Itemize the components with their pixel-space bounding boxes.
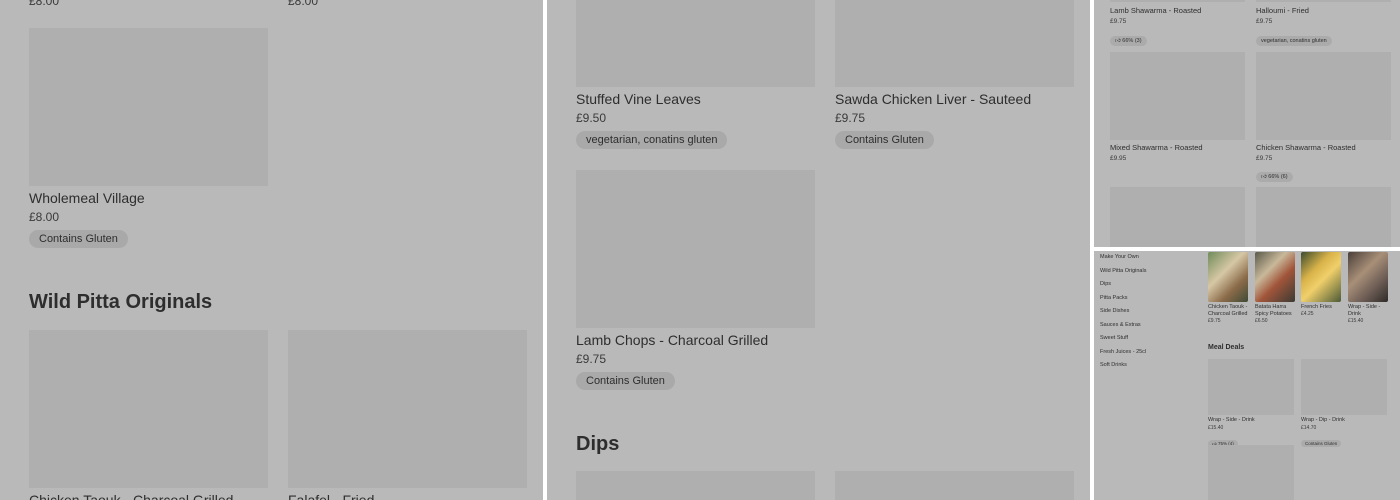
- item-image[interactable]: [1110, 187, 1245, 247]
- item-price: £14.70: [1301, 425, 1317, 431]
- nav-item-wild-pitta-originals[interactable]: Wild Pitta Originals: [1100, 268, 1146, 274]
- item-name: Mixed Shawarma - Roasted: [1110, 143, 1203, 152]
- menu-panel-top-right: Lamb Shawarma - Roasted £9.75 👍︎ 66% (3)…: [1094, 0, 1400, 247]
- dietary-tag: vegetarian, conatins gluten: [576, 130, 728, 149]
- item-image: [1301, 359, 1387, 415]
- popular-item-card[interactable]: French Fries £4.25: [1301, 251, 1341, 326]
- item-price: £9.75: [1208, 318, 1221, 324]
- item-price: £8.00: [29, 0, 60, 8]
- dietary-tag: Contains Gluten: [835, 130, 934, 149]
- item-image[interactable]: [1256, 187, 1391, 247]
- nav-item-soft-drinks[interactable]: Soft Drinks: [1100, 362, 1127, 368]
- thumbs-up-icon: 👍︎: [1261, 174, 1267, 180]
- menu-item-card[interactable]: Falafel - Fried: [288, 330, 527, 500]
- item-price: £15.40: [1208, 425, 1224, 431]
- item-image: [29, 330, 268, 488]
- dietary-tag: Contains Gluten: [576, 371, 675, 390]
- item-price: £9.75: [1256, 18, 1273, 25]
- menu-item-card[interactable]: Wrap - Side - Drink £15.40 👍︎ 75% (4): [1208, 359, 1294, 448]
- item-price: £8.00: [29, 210, 60, 224]
- item-name: Lamb Shawarma - Roasted: [1110, 6, 1202, 15]
- item-name: Chicken Taouk - Charcoal Grilled: [1208, 304, 1248, 317]
- item-image: [288, 330, 527, 488]
- item-name: Falafel - Fried: [288, 492, 375, 500]
- dietary-tag: vegetarian, conatins gluten: [1256, 29, 1332, 47]
- menu-item-card[interactable]: Halloumi - Fried £9.75 vegetarian, conat…: [1256, 6, 1391, 46]
- popular-item-card[interactable]: Batata Harra Spicy Potatoes £6.50: [1255, 251, 1295, 326]
- item-name: Batata Harra Spicy Potatoes: [1255, 304, 1292, 317]
- item-name: Wrap - Dip - Drink: [1301, 417, 1345, 423]
- section-title: Meal Deals: [1208, 344, 1245, 351]
- item-image[interactable]: [835, 471, 1074, 500]
- item-image: [1110, 52, 1245, 140]
- item-image[interactable]: [1208, 445, 1294, 500]
- item-name: Wholemeal Village: [29, 190, 145, 206]
- popular-item-card[interactable]: Wrap - Side - Drink £15.40: [1348, 251, 1388, 326]
- menu-item-card[interactable]: Lamb Shawarma - Roasted £9.75 👍︎ 66% (3): [1110, 6, 1245, 46]
- menu-item-card[interactable]: Chicken Taouk - Charcoal Grilled: [29, 330, 268, 500]
- item-image: [576, 170, 815, 328]
- menu-item-card[interactable]: Chicken Shawarma - Roasted £9.75 👍︎ 66% …: [1256, 52, 1391, 182]
- menu-item-card[interactable]: Wholemeal Village £8.00 Contains Gluten: [29, 28, 268, 252]
- item-name: Sawda Chicken Liver - Sauteed: [835, 91, 1032, 107]
- nav-item-sweet-stuff[interactable]: Sweet Stuff: [1100, 335, 1128, 341]
- item-name: Lamb Chops - Charcoal Grilled: [576, 332, 769, 348]
- item-image: [1255, 252, 1295, 302]
- item-price: £6.50: [1255, 318, 1268, 324]
- item-image: [576, 0, 815, 87]
- section-title: Dips: [576, 433, 620, 455]
- item-price: £9.95: [1110, 155, 1127, 162]
- item-image: [1110, 0, 1245, 2]
- item-price: £15.40: [1348, 318, 1364, 324]
- thumbs-up-icon: 👍︎: [1115, 38, 1121, 44]
- item-image[interactable]: [576, 471, 815, 500]
- item-name: Chicken Taouk - Charcoal Grilled: [29, 492, 234, 500]
- item-price: £4.25: [1301, 311, 1314, 317]
- rating-badge: 👍︎ 66% (6): [1256, 165, 1293, 183]
- nav-item-pitta-packs[interactable]: Pitta Packs: [1100, 295, 1128, 301]
- dietary-tag: Contains Gluten: [1301, 432, 1342, 450]
- item-name: Stuffed Vine Leaves: [576, 91, 701, 107]
- item-price: £9.75: [835, 111, 866, 125]
- menu-item-card[interactable]: Mixed Shawarma - Roasted £9.95: [1110, 52, 1245, 164]
- item-price: £9.75: [1110, 18, 1127, 25]
- menu-item-card[interactable]: Stuffed Vine Leaves £9.50 vegetarian, co…: [576, 0, 815, 150]
- item-price: £9.75: [576, 352, 607, 366]
- rating-badge: 👍︎ 66% (3): [1110, 29, 1147, 47]
- nav-item-side-dishes[interactable]: Side Dishes: [1100, 308, 1129, 314]
- item-name: French Fries: [1301, 304, 1332, 310]
- item-price: £9.50: [576, 111, 607, 125]
- nav-item-sauces-extras[interactable]: Sauces & Extras: [1100, 322, 1141, 328]
- item-image: [1256, 0, 1391, 2]
- menu-panel-middle: Stuffed Vine Leaves £9.50 vegetarian, co…: [547, 0, 1090, 500]
- item-image: [1208, 359, 1294, 415]
- item-image: [1208, 252, 1248, 302]
- menu-item-card[interactable]: Wrap - Dip - Drink £14.70 Contains Glute…: [1301, 359, 1387, 447]
- item-image: [29, 28, 268, 186]
- item-name: Wrap - Side - Drink: [1348, 304, 1381, 317]
- menu-item-card[interactable]: Sawda Chicken Liver - Sauteed £9.75 Cont…: [835, 0, 1074, 150]
- item-image: [1301, 252, 1341, 302]
- menu-item-card[interactable]: Lamb Chops - Charcoal Grilled £9.75 Cont…: [576, 170, 815, 392]
- nav-item-make-your-own[interactable]: Make Your Own: [1100, 254, 1139, 260]
- item-name: Chicken Shawarma - Roasted: [1256, 143, 1356, 152]
- item-image: [1256, 52, 1391, 140]
- menu-panel-left: £8.00 £8.00 Wholemeal Village £8.00 Cont…: [0, 0, 543, 500]
- dietary-tag: Contains Gluten: [29, 229, 128, 248]
- nav-item-dips[interactable]: Dips: [1100, 281, 1111, 287]
- item-name: Wrap - Side - Drink: [1208, 417, 1255, 423]
- nav-item-fresh-juices[interactable]: Fresh Juices - 25cl: [1100, 349, 1146, 355]
- item-name: Halloumi - Fried: [1256, 6, 1309, 15]
- item-image: [1348, 252, 1388, 302]
- popular-item-card[interactable]: Chicken Taouk - Charcoal Grilled £9.75: [1208, 251, 1248, 326]
- menu-panel-bottom-right: Make Your Own Wild Pitta Originals Dips …: [1094, 251, 1400, 500]
- section-title: Wild Pitta Originals: [29, 291, 213, 313]
- item-price: £8.00: [288, 0, 319, 8]
- item-image: [835, 0, 1074, 87]
- item-price: £9.75: [1256, 155, 1273, 162]
